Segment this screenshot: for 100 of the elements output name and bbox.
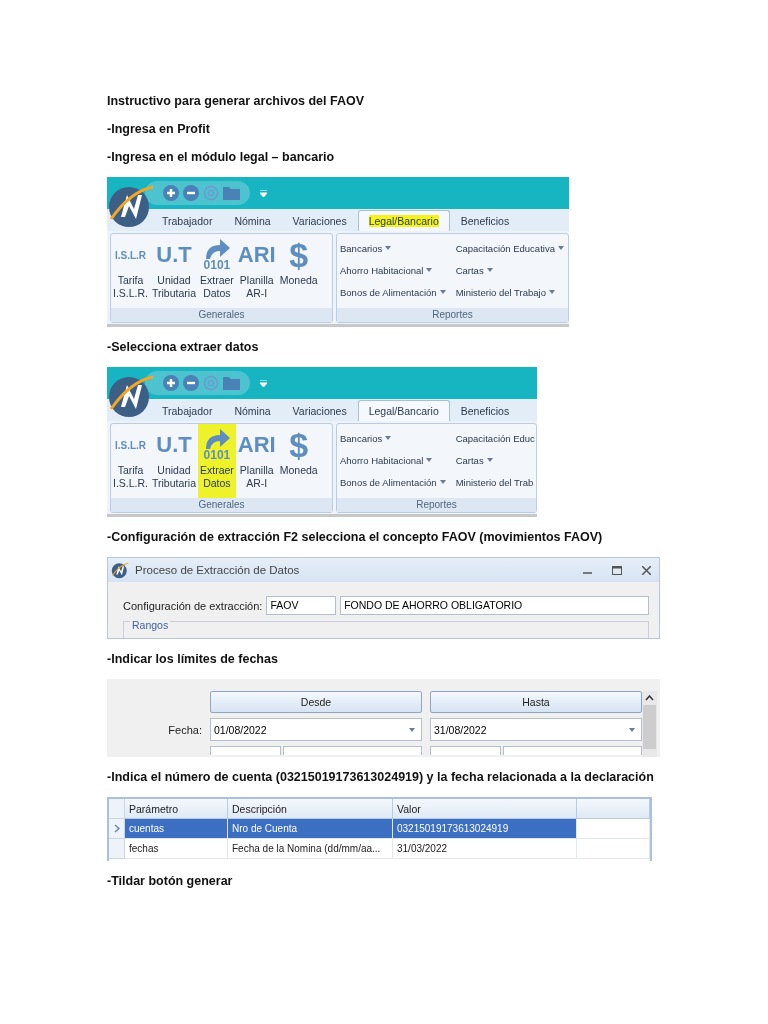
- tool-glyph: U.T: [156, 431, 192, 459]
- close-icon[interactable]: [642, 565, 651, 575]
- date-dropdown[interactable]: 01/08/2022: [210, 718, 422, 741]
- instruction-text: -Ingresa en el módulo legal – bancario: [107, 149, 336, 165]
- instruction-text: -Tildar botón generar: [107, 873, 234, 889]
- description-field[interactable]: FONDO DE AHORRO OBLIGATORIO: [340, 596, 649, 615]
- menu-dropdown[interactable]: Ahorro Habitacional: [340, 449, 446, 471]
- input-field[interactable]: [502, 746, 642, 755]
- ribbon-tab[interactable]: Trabajador: [151, 400, 224, 421]
- row-indicator: [109, 839, 125, 859]
- column-header-button[interactable]: Hasta: [430, 691, 642, 713]
- ribbon-tab[interactable]: Legal/Bancario: [357, 210, 450, 231]
- caret-icon: [385, 436, 392, 440]
- instruction-text: -Selecciona extraer datos: [107, 339, 260, 355]
- menu-dropdown[interactable]: Bonos de Alimentación: [340, 281, 446, 303]
- input-field[interactable]: [282, 746, 422, 755]
- ribbon-tool-button[interactable]: $ Moneda: [277, 234, 320, 308]
- tool-glyph: ARI: [237, 241, 276, 269]
- ribbon-tab[interactable]: Beneficios: [449, 400, 521, 421]
- ribbon-tab[interactable]: Variaciones: [281, 400, 358, 421]
- logo-icon: [111, 561, 129, 579]
- column-header[interactable]: Parámetro: [125, 799, 228, 819]
- tool-glyph: $: [289, 236, 309, 274]
- ribbon-tab[interactable]: Trabajador: [151, 210, 224, 231]
- tool-glyph: I.S.L.R: [114, 438, 147, 453]
- customize-icon[interactable]: [260, 379, 267, 387]
- menu-dropdown[interactable]: Bonos de Alimentación: [340, 471, 446, 493]
- menu-dropdown[interactable]: Bancarios: [340, 237, 446, 259]
- ribbon-tool-button[interactable]: 0101 Extraer Datos: [198, 424, 236, 498]
- column-header[interactable]: Descripción: [228, 799, 393, 819]
- folder-icon[interactable]: [223, 376, 240, 390]
- date-dropdown[interactable]: 31/08/2022: [430, 718, 642, 741]
- tool-glyph: U.T: [156, 241, 192, 269]
- scroll-up-icon[interactable]: [645, 695, 654, 701]
- caret-icon: [426, 268, 433, 272]
- add-icon[interactable]: [163, 185, 179, 201]
- ribbon-tab[interactable]: Legal/Bancario: [357, 400, 450, 421]
- caret-icon: [439, 290, 446, 294]
- remove-icon[interactable]: [183, 185, 199, 201]
- instruction-text: -Configuración de extracción F2 selecciona el concepto FAOV (movimientos FAOV): [107, 529, 604, 545]
- field-label: Configuración de extracción:: [123, 599, 263, 612]
- column-header-button[interactable]: Desde: [210, 691, 422, 713]
- maximize-icon[interactable]: [612, 565, 622, 575]
- table-cell: Nro de Cuenta: [228, 819, 393, 839]
- table-cell: 03215019173613024919: [393, 819, 577, 839]
- tool-glyph: I.S.L.R: [114, 248, 147, 263]
- ribbon-tool-button[interactable]: ARI Planilla AR-I: [235, 234, 278, 308]
- caret-icon: [439, 480, 446, 484]
- field-label: Fecha:: [167, 723, 202, 736]
- instruction-text: -Indicar los límites de fechas: [107, 651, 279, 667]
- table-row[interactable]: fechas Fecha de la Nomina (dd/mm/aa... 31/03/2022: [109, 839, 650, 859]
- menu-dropdown[interactable]: Cartas: [455, 259, 564, 281]
- table-cell: 31/03/2022: [393, 839, 577, 859]
- ribbon-tool-button[interactable]: ARI Planilla AR-I: [235, 424, 278, 498]
- ribbon-tool-button[interactable]: U.T Unidad Tributaria: [150, 234, 198, 308]
- ribbon-tool-button[interactable]: U.T Unidad Tributaria: [150, 424, 198, 498]
- folder-icon[interactable]: [223, 186, 240, 200]
- caret-icon: [385, 246, 392, 250]
- menu-dropdown[interactable]: Ministerio del Trab: [455, 471, 535, 493]
- table-cell: cuentas: [125, 819, 228, 839]
- ribbon-tool-button[interactable]: 0101 Extraer Datos: [198, 234, 236, 308]
- ribbon-tab[interactable]: Nómina: [223, 400, 282, 421]
- scrollbar[interactable]: [642, 691, 657, 757]
- window-title: Proceso de Extracción de Datos: [135, 564, 301, 576]
- menu-dropdown[interactable]: Capacitación Educ: [455, 427, 535, 449]
- scroll-thumb[interactable]: [643, 705, 656, 749]
- group-label: Generales: [111, 308, 332, 322]
- menu-dropdown[interactable]: Ministerio del Trabajo: [455, 281, 564, 303]
- ribbon-tool-button[interactable]: I.S.L.R Tarifa I.S.L.R.: [111, 424, 150, 498]
- menu-dropdown[interactable]: Capacitación Educativa: [455, 237, 564, 259]
- ribbon-tool-button[interactable]: $ Moneda: [277, 424, 320, 498]
- menu-dropdown[interactable]: Bancarios: [340, 427, 446, 449]
- tool-glyph: ARI: [237, 431, 276, 459]
- group-label: Reportes: [337, 308, 568, 322]
- customize-icon[interactable]: [260, 189, 267, 197]
- group-label: Generales: [111, 498, 332, 512]
- caret-icon: [409, 727, 415, 732]
- table-cell: Fecha de la Nomina (dd/mm/aa...: [228, 839, 393, 859]
- ribbon-tab[interactable]: Variaciones: [281, 210, 358, 231]
- input-field[interactable]: [430, 746, 501, 755]
- caret-icon: [486, 458, 493, 462]
- table-cell: fechas: [125, 839, 228, 859]
- caret-icon: [548, 290, 555, 294]
- add-icon[interactable]: [163, 375, 179, 391]
- input-field[interactable]: [210, 746, 281, 755]
- menu-dropdown[interactable]: Cartas: [455, 449, 535, 471]
- menu-dropdown[interactable]: Ahorro Habitacional: [340, 259, 446, 281]
- caret-icon: [629, 727, 635, 732]
- caret-icon: [426, 458, 433, 462]
- instruction-text: -Indica el número de cuenta (03215019173613024919) y la fecha relacionada a la declaración: [107, 769, 655, 785]
- ribbon-tab[interactable]: Nómina: [223, 210, 282, 231]
- instruction-text: -Ingresa en Profit: [107, 121, 211, 137]
- column-header[interactable]: Valor: [393, 799, 577, 819]
- code-field[interactable]: FAOV: [266, 596, 337, 615]
- table-row[interactable]: cuentas Nro de Cuenta 03215019173613024919: [109, 819, 650, 839]
- header-corner: [109, 799, 125, 819]
- tool-glyph: $: [289, 426, 309, 464]
- ribbon-tab[interactable]: Beneficios: [449, 210, 521, 231]
- remove-icon[interactable]: [183, 375, 199, 391]
- ribbon-tool-button[interactable]: I.S.L.R Tarifa I.S.L.R.: [111, 234, 150, 308]
